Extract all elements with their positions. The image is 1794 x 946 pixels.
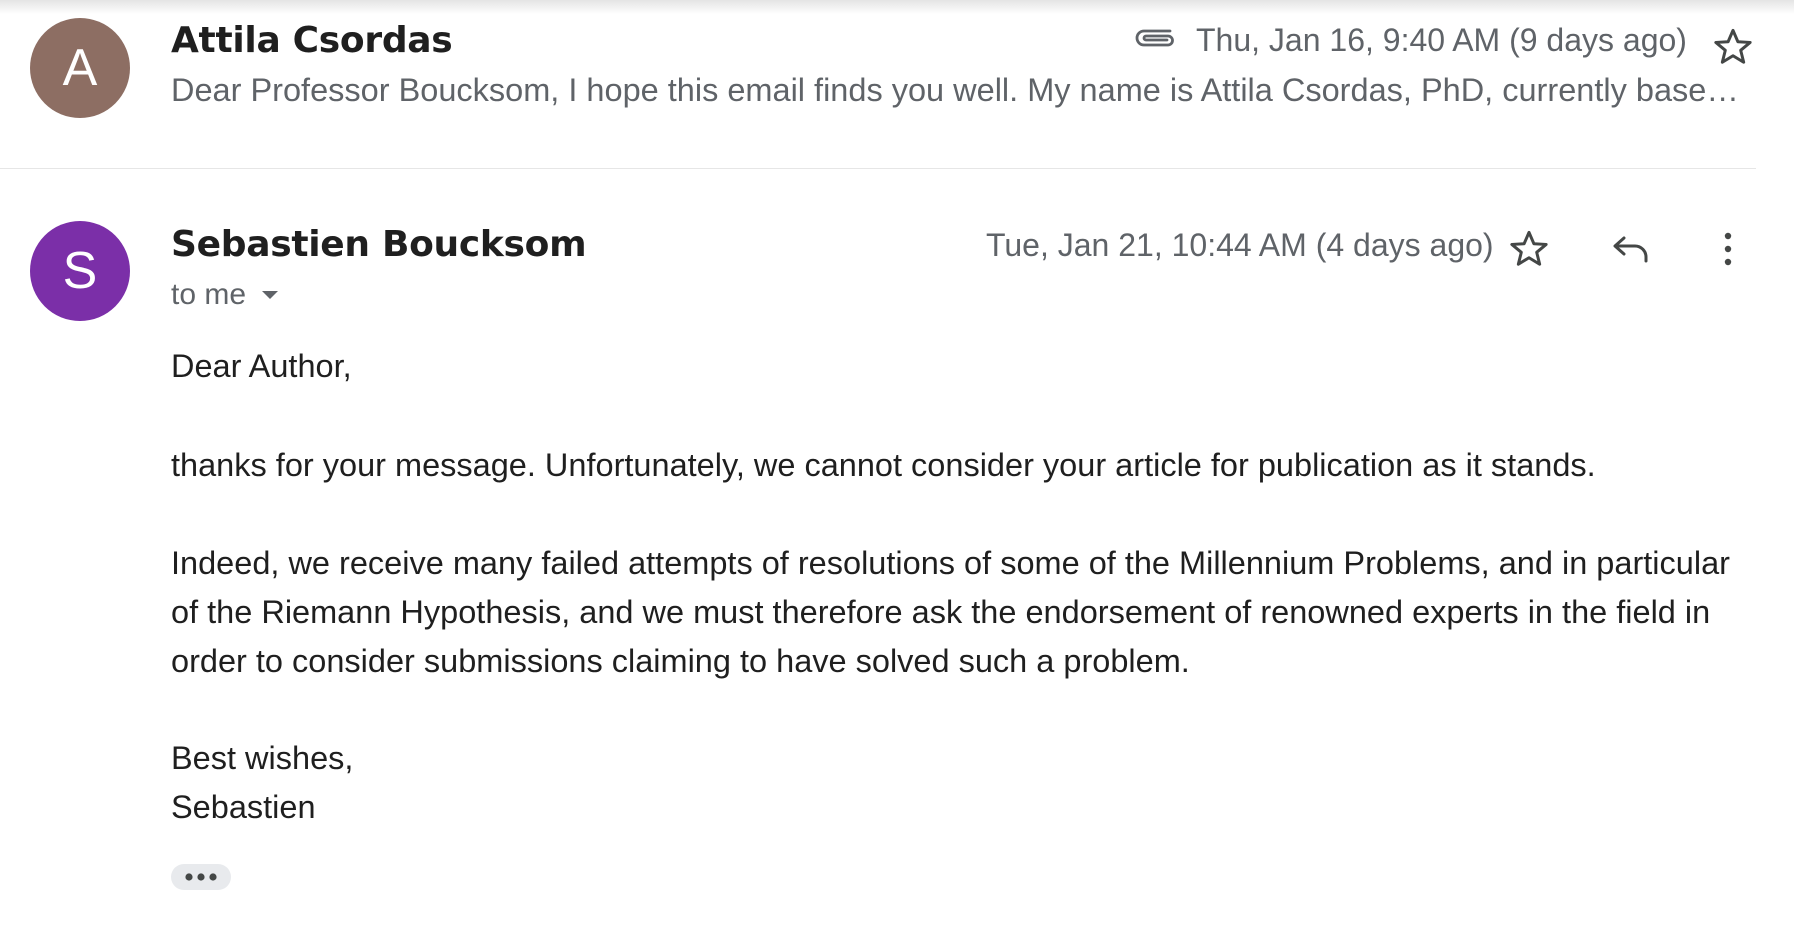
message-divider — [0, 168, 1756, 169]
star-icon[interactable] — [1712, 26, 1754, 68]
paperclip-icon — [1135, 29, 1174, 47]
message-snippet: Dear Professor Boucksom, I hope this ema… — [171, 72, 1751, 108]
message-date: Thu, Jan 16, 9:40 AM (9 days ago) — [1196, 22, 1687, 58]
recipient-label: to me — [171, 278, 247, 311]
body-paragraph-line: of the Riemann Hypothesis, and we must t… — [171, 594, 1711, 630]
recipient-details-toggle[interactable]: to me — [171, 278, 280, 312]
signature: Sebastien — [171, 789, 316, 825]
more-vertical-icon[interactable] — [1717, 230, 1739, 268]
body-paragraph-line: Indeed, we receive many failed attempts … — [171, 545, 1730, 581]
body-paragraph: thanks for your message. Unfortunately, … — [171, 447, 1596, 483]
show-trimmed-content-button[interactable] — [171, 864, 231, 890]
message-date: Tue, Jan 21, 10:44 AM (4 days ago) — [986, 227, 1494, 263]
avatar: A — [30, 18, 130, 118]
body-paragraph-line: order to consider submissions claiming t… — [171, 643, 1190, 679]
closing: Best wishes, — [171, 740, 354, 776]
greeting: Dear Author, — [171, 348, 352, 384]
sender-name: Attila Csordas — [171, 20, 453, 61]
top-edge-shadow — [0, 0, 1794, 14]
dropdown-arrow-icon[interactable] — [260, 289, 280, 301]
sender-name: Sebastien Boucksom — [171, 224, 587, 265]
reply-icon[interactable] — [1611, 232, 1651, 266]
avatar: S — [30, 221, 130, 321]
show-trimmed-content-icon — [185, 873, 217, 881]
star-icon[interactable] — [1508, 228, 1550, 270]
